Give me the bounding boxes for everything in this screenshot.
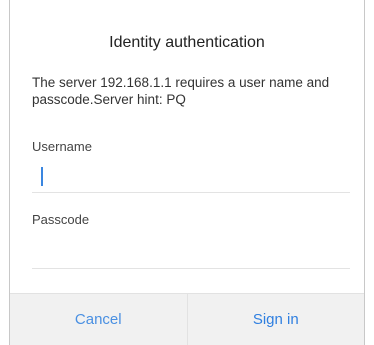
cancel-button[interactable]: Cancel: [10, 294, 187, 345]
username-input[interactable]: [32, 168, 350, 193]
passcode-input[interactable]: [32, 244, 350, 269]
sign-in-button[interactable]: Sign in: [188, 294, 365, 345]
dialog-title: Identity authentication: [109, 34, 265, 51]
dialog-message: The server 192.168.1.1 requires a user n…: [32, 75, 330, 107]
passcode-label: Passcode: [32, 212, 90, 227]
text-cursor: [41, 167, 43, 186]
dialog-footer: Cancel Sign in: [10, 293, 364, 345]
auth-dialog: Identity authentication The server 192.1…: [9, 0, 365, 345]
username-label: Username: [32, 139, 92, 154]
